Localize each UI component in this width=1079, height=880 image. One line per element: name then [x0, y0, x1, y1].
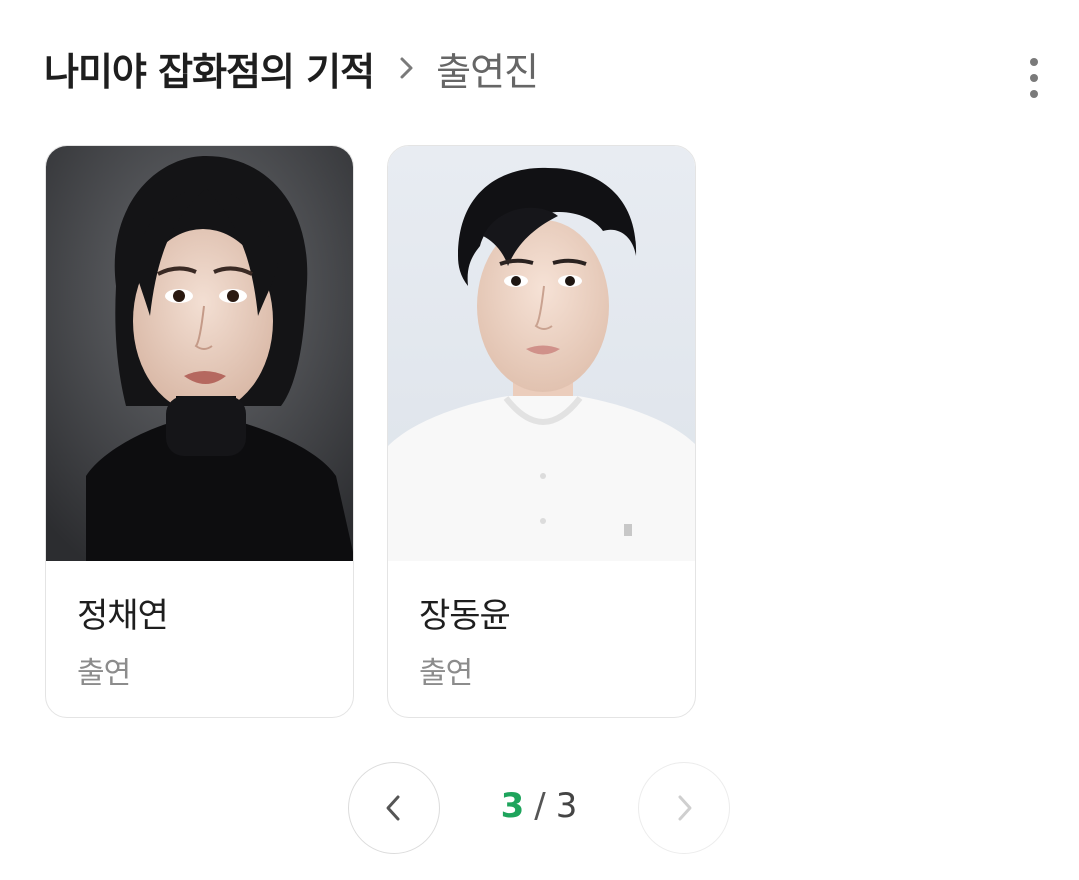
- next-page-button[interactable]: [638, 762, 730, 854]
- chevron-right-icon: [678, 795, 692, 821]
- more-dot: [1030, 90, 1038, 98]
- cast-page: 나미야 잡화점의 기적 출연진 정채연 출연 장동윤 출연 3 / 3: [0, 0, 1079, 880]
- cast-photo: [46, 146, 353, 561]
- cast-name: 정채연: [77, 596, 169, 636]
- more-menu-button[interactable]: [1016, 56, 1052, 100]
- cast-role: 출연: [77, 656, 131, 691]
- cast-card[interactable]: 정채연 출연: [45, 145, 354, 718]
- chevron-left-icon: [386, 795, 400, 821]
- page-indicator: 3/3: [440, 786, 638, 826]
- cast-photo: [388, 146, 695, 561]
- chevron-right-icon: [396, 53, 418, 83]
- more-dot: [1030, 74, 1038, 82]
- current-page: 3: [500, 786, 525, 826]
- page-title[interactable]: 나미야 잡화점의 기적: [44, 41, 375, 96]
- page-separator: /: [534, 786, 546, 826]
- cast-role: 출연: [419, 656, 473, 691]
- breadcrumb: 나미야 잡화점의 기적 출연진: [44, 40, 539, 96]
- cast-name: 장동윤: [419, 596, 511, 636]
- total-pages: 3: [555, 786, 578, 826]
- prev-page-button[interactable]: [348, 762, 440, 854]
- pagination: 3/3: [348, 762, 732, 856]
- section-title: 출연진: [436, 49, 539, 94]
- more-vertical-icon: [1030, 58, 1038, 66]
- cast-card[interactable]: 장동윤 출연: [387, 145, 696, 718]
